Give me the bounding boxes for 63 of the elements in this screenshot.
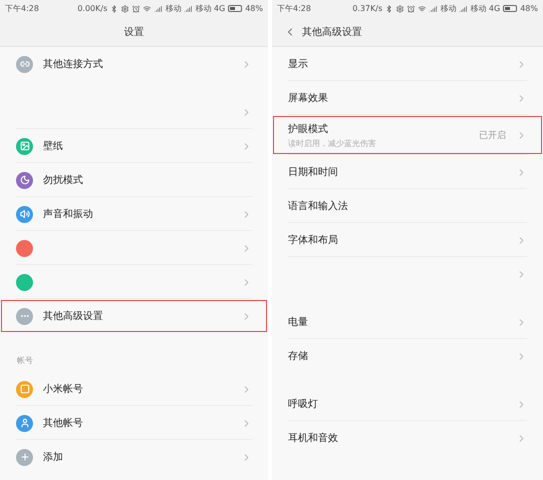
battery-icon — [503, 5, 518, 12]
settings-row[interactable]: 存储 — [272, 339, 543, 373]
settings-row[interactable]: 声音和振动 — [0, 197, 268, 231]
carrier-name: 移动 — [165, 3, 182, 14]
setting-label: 护眼模式 — [288, 122, 329, 136]
settings-row[interactable]: 耳机和音效 — [272, 421, 543, 455]
setting-description: 读时启用，减少蓝光伤害 — [288, 138, 377, 148]
settings-row[interactable]: 其他连接方式 — [0, 47, 268, 81]
wifi-icon — [418, 4, 426, 12]
wifi-icon — [143, 4, 152, 12]
setting-label: 存储 — [288, 350, 309, 363]
setting-label: 其他高级设置 — [43, 310, 104, 323]
settings-row[interactable]: 呼吸灯 — [272, 387, 543, 421]
setting-label: 电量 — [288, 316, 309, 329]
carrier-name: 移动 4G — [195, 3, 226, 14]
settings-row[interactable]: 壁纸 — [0, 129, 268, 163]
setting-label: 声音和振动 — [43, 208, 94, 221]
settings-row[interactable]: 护眼模式 读时启用，减少蓝光伤害 已开启 — [272, 115, 543, 155]
settings-row[interactable]: 小米帐号 — [0, 372, 268, 406]
carrier-name: 移动 — [440, 3, 456, 14]
battery-icon — [228, 5, 242, 12]
settings-row[interactable]: 添加 — [0, 440, 268, 474]
network-speed: 0.37K/s — [352, 4, 382, 13]
setting-label: 屏幕效果 — [288, 92, 329, 105]
signal-icon — [459, 4, 468, 12]
setting-label: 呼吸灯 — [288, 398, 319, 411]
settings-row[interactable]: 其他高级设置 — [0, 299, 268, 333]
signal-icon — [429, 4, 438, 12]
screen-title: 设置 — [124, 26, 144, 38]
setting-label: 字体和布局 — [288, 234, 339, 247]
carrier-name: 移动 4G — [470, 3, 500, 14]
setting-label: 添加 — [43, 450, 64, 464]
settings-row[interactable]: 语言和输入法 — [272, 189, 543, 223]
status-time: 下午4:28 — [277, 3, 311, 14]
settings-row[interactable]: 日期和时间 — [272, 155, 543, 189]
alarm-icon — [132, 4, 140, 12]
settings-row[interactable]: 电量 — [272, 305, 543, 339]
battery-percent: 48% — [520, 4, 538, 13]
setting-label: 语言和输入法 — [288, 200, 349, 213]
setting-label: 勿扰模式 — [43, 174, 84, 187]
setting-label: 壁纸 — [43, 140, 64, 153]
setting-label: 日期和时间 — [288, 166, 339, 179]
setting-value: 已开启 — [479, 130, 506, 142]
bluetooth-icon — [385, 4, 394, 12]
setting-label: 耳机和音效 — [288, 432, 339, 445]
settings-row[interactable]: 显示 — [272, 47, 543, 81]
setting-label: 其他帐号 — [43, 416, 84, 430]
alarm-icon — [407, 4, 416, 12]
setting-label: 显示 — [288, 58, 309, 71]
setting-label: 其他连接方式 — [43, 58, 104, 71]
battery-percent: 48% — [245, 4, 263, 13]
settings-row[interactable]: 屏幕效果 — [272, 81, 543, 115]
setting-label: 小米帐号 — [43, 382, 84, 396]
settings-row[interactable]: 勿扰模式 — [0, 163, 268, 197]
settings-row[interactable]: 其他帐号 — [0, 406, 268, 440]
screen-title: 其他高级设置 — [302, 26, 362, 38]
status-time: 下午4:28 — [5, 3, 39, 14]
network-speed: 0.00K/s — [77, 4, 108, 13]
settings-row[interactable]: 字体和布局 — [272, 223, 543, 257]
bluetooth-icon — [110, 4, 118, 12]
signal-icon — [184, 4, 192, 12]
section-title: 帐号 — [16, 355, 34, 367]
signal-icon — [154, 4, 162, 12]
